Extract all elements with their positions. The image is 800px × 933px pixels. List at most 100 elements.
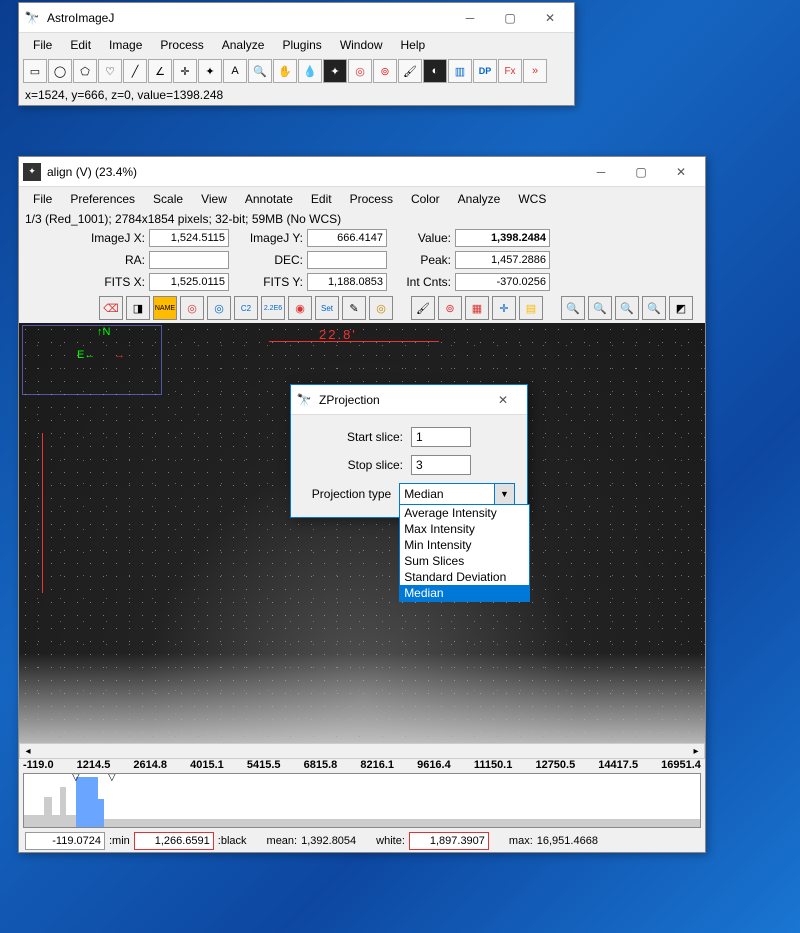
name-icon[interactable]: NAME [153, 296, 177, 320]
image-info: 1/3 (Red_1001); 2784x1854 pixels; 32-bit… [19, 211, 705, 227]
circle2-icon[interactable]: ◎ [207, 296, 231, 320]
fits-y-field[interactable] [307, 273, 387, 291]
menu-window[interactable]: Window [332, 35, 391, 55]
ring-icon[interactable]: ◎ [369, 296, 393, 320]
imagej-x-field[interactable] [149, 229, 229, 247]
img-menu-scale[interactable]: Scale [145, 189, 191, 209]
astro-icon[interactable]: ✦ [323, 59, 347, 83]
set-icon[interactable]: Set [315, 296, 339, 320]
menu-process[interactable]: Process [152, 35, 211, 55]
pencil-icon[interactable]: ✎ [342, 296, 366, 320]
center-icon[interactable]: ✛ [492, 296, 516, 320]
menu-edit[interactable]: Edit [62, 35, 99, 55]
dp-icon[interactable]: DP [473, 59, 497, 83]
text-icon[interactable]: A [223, 59, 247, 83]
img-minimize-button[interactable]: ─ [581, 157, 621, 186]
option-min[interactable]: Min Intensity [400, 537, 529, 553]
multi-aperture-icon[interactable]: ⊚ [373, 59, 397, 83]
value-field[interactable] [455, 229, 550, 247]
angle-icon[interactable]: ∠ [148, 59, 172, 83]
start-slice-field[interactable] [411, 427, 471, 447]
img-menu-analyze[interactable]: Analyze [450, 189, 509, 209]
white-field[interactable] [409, 832, 489, 850]
brush2-icon[interactable]: 🖌 [411, 296, 435, 320]
scroll-left-icon[interactable]: ◂ [20, 746, 36, 757]
maximize-button[interactable]: ▢ [490, 3, 530, 32]
minimize-button[interactable]: ─ [450, 3, 490, 32]
option-sum[interactable]: Sum Slices [400, 553, 529, 569]
ra-field[interactable] [149, 251, 229, 269]
option-average[interactable]: Average Intensity [400, 505, 529, 521]
slice-scrollbar[interactable]: ◂ ▸ [19, 743, 705, 759]
histo-handle-right-icon[interactable]: ▽ [108, 773, 116, 783]
polygon-select-icon[interactable]: ⬠ [73, 59, 97, 83]
menu-image[interactable]: Image [101, 35, 150, 55]
value-label: Value: [391, 231, 451, 245]
wand-icon[interactable]: ✦ [198, 59, 222, 83]
brush-icon[interactable]: 🖌 [398, 59, 422, 83]
img-menu-process[interactable]: Process [342, 189, 401, 209]
dec-field[interactable] [307, 251, 387, 269]
zoom-out-icon[interactable]: 🔍 [588, 296, 612, 320]
negative-icon[interactable]: ◨ [126, 296, 150, 320]
fits-x-field[interactable] [149, 273, 229, 291]
min-field[interactable] [25, 832, 105, 850]
rect-select-icon[interactable]: ▭ [23, 59, 47, 83]
freehand-select-icon[interactable]: ♡ [98, 59, 122, 83]
img-menu-file[interactable]: File [25, 189, 60, 209]
grid-icon[interactable]: ▦ [465, 296, 489, 320]
menu-plugins[interactable]: Plugins [274, 35, 329, 55]
more-icon[interactable]: » [523, 59, 547, 83]
c2-icon[interactable]: C2 [234, 296, 258, 320]
zoom-fit-icon[interactable]: 🔍 [615, 296, 639, 320]
table-icon[interactable]: ▤ [519, 296, 543, 320]
delete-icon[interactable]: ⌫ [99, 296, 123, 320]
option-max[interactable]: Max Intensity [400, 521, 529, 537]
img-close-button[interactable]: ✕ [661, 157, 701, 186]
img-menu-color[interactable]: Color [403, 189, 448, 209]
zoom-in-icon[interactable]: 🔍 [561, 296, 585, 320]
circle1-icon[interactable]: ◎ [180, 296, 204, 320]
circles-icon[interactable]: ⊚ [438, 296, 462, 320]
dropper-icon[interactable]: 💧 [298, 59, 322, 83]
aperture-icon[interactable]: ◎ [348, 59, 372, 83]
img-maximize-button[interactable]: ▢ [621, 157, 661, 186]
region-box[interactable] [22, 325, 162, 395]
img-menu-preferences[interactable]: Preferences [62, 189, 143, 209]
target-icon[interactable]: ◉ [288, 296, 312, 320]
chevron-down-icon[interactable]: ▼ [494, 484, 514, 504]
close-button[interactable]: ✕ [530, 3, 570, 32]
menu-help[interactable]: Help [393, 35, 434, 55]
oval-select-icon[interactable]: ◯ [48, 59, 72, 83]
img-menu-annotate[interactable]: Annotate [237, 189, 301, 209]
stop-slice-field[interactable] [411, 455, 471, 475]
projection-type-select[interactable]: Median ▼ Average Intensity Max Intensity… [399, 483, 515, 505]
peak-field[interactable] [455, 251, 550, 269]
option-median[interactable]: Median [400, 585, 529, 601]
contrast2-icon[interactable]: ◩ [669, 296, 693, 320]
img-menu-view[interactable]: View [193, 189, 235, 209]
menu-file[interactable]: File [25, 35, 60, 55]
hand-icon[interactable]: ✋ [273, 59, 297, 83]
tick-8: 11150.1 [474, 759, 513, 771]
zproj-close-button[interactable]: ✕ [483, 385, 523, 414]
histogram[interactable]: ▽ ▽ [23, 773, 701, 828]
contrast-icon[interactable]: ◐ [423, 59, 447, 83]
zoom-reset-icon[interactable]: 🔍 [642, 296, 666, 320]
option-stddev[interactable]: Standard Deviation [400, 569, 529, 585]
zoom-icon[interactable]: 🔍 [248, 59, 272, 83]
imagej-y-field[interactable] [307, 229, 387, 247]
fx-icon[interactable]: Fx [498, 59, 522, 83]
scroll-right-icon[interactable]: ▸ [688, 746, 704, 757]
intcnts-field[interactable] [455, 273, 550, 291]
black-field[interactable] [134, 832, 214, 850]
exp-icon[interactable]: 2.2E6 [261, 296, 285, 320]
histo-handle-left-icon[interactable]: ▽ [72, 773, 80, 783]
img-menu-edit[interactable]: Edit [303, 189, 340, 209]
menu-analyze[interactable]: Analyze [214, 35, 273, 55]
tick-9: 12750.5 [535, 759, 575, 771]
crosshair-icon[interactable]: ✛ [173, 59, 197, 83]
img-menu-wcs[interactable]: WCS [510, 189, 554, 209]
line-icon[interactable]: ╱ [123, 59, 147, 83]
lut-icon[interactable]: ▥ [448, 59, 472, 83]
